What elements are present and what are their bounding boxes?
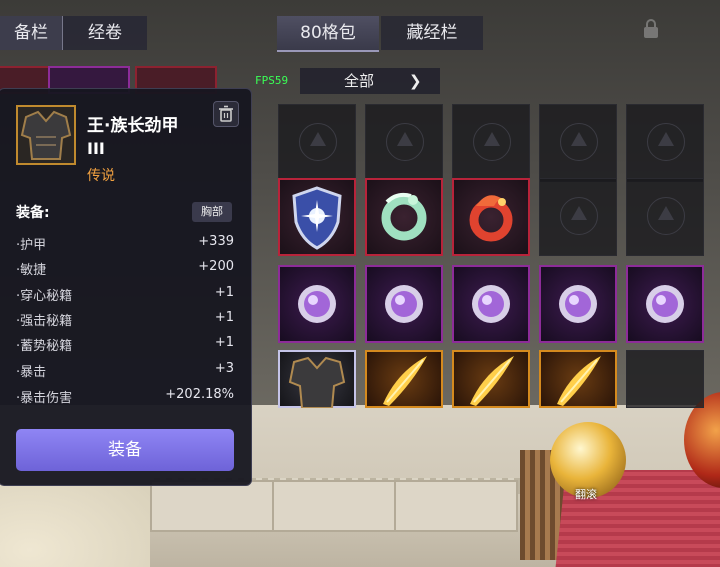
stat-label: ·强击秘籍 [16, 314, 73, 329]
inventory-slot-moon-orb[interactable] [278, 265, 356, 343]
inventory-slot-empty[interactable] [626, 104, 704, 182]
floor-tile [150, 480, 274, 532]
stat-label: ·暴击伤害 [16, 391, 73, 406]
floor-tile [394, 480, 518, 532]
item-detail-panel: 王·族长劲甲 III 传说 装备: 胸部 ·护甲 +339 ·敏捷 +200 ·… [0, 88, 252, 486]
inventory-slot-empty[interactable] [626, 178, 704, 256]
empty-slot-icon [560, 123, 598, 161]
item-thumbnail [16, 105, 76, 165]
inventory-slot-moon-orb[interactable] [539, 265, 617, 343]
inventory-slot-empty[interactable] [539, 104, 617, 182]
stat-value: +200 [198, 259, 234, 274]
moon-orb-icon [646, 285, 684, 323]
slot-badge: 胸部 [192, 202, 232, 222]
inventory-slot-empty[interactable] [365, 104, 443, 182]
dragon-ring-icon [469, 195, 513, 242]
chevron-down-icon: ❯ [409, 72, 422, 90]
equip-button[interactable]: 装备 [16, 429, 234, 471]
stat-label: ·护甲 [16, 238, 47, 253]
inventory-slot-empty[interactable] [626, 350, 704, 408]
shield-icon [292, 186, 342, 250]
discard-button[interactable] [213, 101, 239, 127]
moon-orb-icon [385, 285, 423, 323]
stat-label: ·穿心秘籍 [16, 289, 73, 304]
filter-dropdown[interactable]: 全部 ❯ [300, 68, 440, 94]
stat-value: +1 [214, 310, 234, 325]
section-label-equipment: 装备: [16, 205, 50, 221]
empty-slot-icon [473, 123, 511, 161]
inventory-slot-moon-orb[interactable] [626, 265, 704, 343]
moon-orb-icon [472, 285, 510, 323]
tab-scripture[interactable]: 经卷 [63, 16, 147, 50]
stat-row: ·强击秘籍 +1 [16, 310, 234, 330]
item-rarity: 传说 [87, 168, 115, 184]
inventory-slot-gold-scroll[interactable] [452, 350, 530, 408]
tab-equipment[interactable]: 备栏 [0, 16, 63, 50]
filter-value: 全部 [344, 72, 375, 90]
inventory-slot-empty[interactable] [278, 104, 356, 182]
inventory-slot-empty[interactable] [452, 104, 530, 182]
stat-label: ·蓄势秘籍 [16, 339, 73, 354]
chest-armor-icon [288, 356, 346, 408]
tab-bag-80[interactable]: 80格包 [277, 16, 379, 52]
item-tier: III [87, 139, 105, 158]
stat-row: ·暴击伤害 +202.18% [16, 387, 234, 407]
floor-tile [272, 480, 396, 532]
empty-slot-icon [560, 197, 598, 235]
stat-row: ·蓄势秘籍 +1 [16, 335, 234, 355]
moon-orb-icon [559, 285, 597, 323]
trash-icon [219, 105, 233, 122]
item-name: 王·族长劲甲 [87, 116, 179, 136]
stat-value: +202.18% [165, 387, 234, 402]
stat-label: ·暴击 [16, 365, 47, 380]
fps-counter: FPS59 [255, 74, 289, 87]
chest-armor-icon [20, 110, 72, 160]
inventory-slot-empty[interactable] [539, 178, 617, 256]
empty-slot-icon [647, 123, 685, 161]
stat-row: ·穿心秘籍 +1 [16, 285, 234, 305]
jade-ring-icon [381, 192, 427, 241]
empty-slot-icon [299, 123, 337, 161]
inventory-slot-chest-armor[interactable] [278, 350, 356, 408]
moon-orb-icon [298, 285, 336, 323]
stat-row: ·敏捷 +200 [16, 259, 234, 279]
gold-feather-icon [470, 356, 514, 406]
lock-icon[interactable] [640, 18, 662, 40]
inventory-slot-moon-orb[interactable] [365, 265, 443, 343]
stat-value: +1 [214, 285, 234, 300]
roll-skill-label: 翻滚 [575, 488, 597, 501]
stat-value: +3 [214, 361, 234, 376]
inventory-slot-jade-ring[interactable] [365, 178, 443, 256]
stat-row: ·护甲 +339 [16, 234, 234, 254]
empty-slot-icon [386, 123, 424, 161]
stat-value: +1 [214, 335, 234, 350]
gold-feather-icon [557, 356, 601, 406]
gold-feather-icon [383, 356, 427, 406]
stat-value: +339 [198, 234, 234, 249]
inventory-slot-dragon-ring[interactable] [452, 178, 530, 256]
stat-label: ·敏捷 [16, 263, 47, 278]
tab-scripture-storage[interactable]: 藏经栏 [381, 16, 483, 50]
inventory-slot-gold-scroll[interactable] [365, 350, 443, 408]
inventory-slot-shield[interactable] [278, 178, 356, 256]
inventory-slot-moon-orb[interactable] [452, 265, 530, 343]
empty-slot-icon [647, 197, 685, 235]
stat-row: ·暴击 +3 [16, 361, 234, 381]
inventory-slot-gold-scroll[interactable] [539, 350, 617, 408]
